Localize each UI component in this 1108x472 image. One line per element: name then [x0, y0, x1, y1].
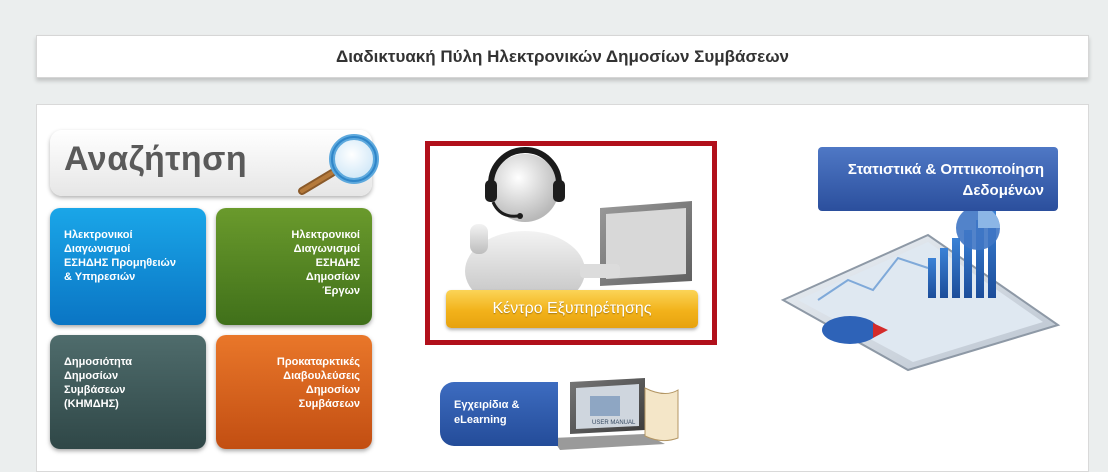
statistics-label: Στατιστικά & Οπτικοποίηση Δεδομένων [818, 147, 1058, 211]
tile-label: Δημοσιότητα Δημοσίων Συμβάσεων (ΚΗΜΔΗΣ) [64, 356, 133, 410]
support-agent-icon [465, 147, 692, 296]
tile-label: Προκαταρκτικές Διαβουλεύσεις Δημοσίων Συ… [276, 356, 360, 410]
tile-label: Ηλεκτρονικοί Διαγωνισμοί ΕΣΗΔΗΣ Προμηθει… [64, 229, 176, 283]
search-button[interactable]: Αναζήτηση [50, 130, 379, 196]
manuals-label: Εγχειρίδια & eLearning [440, 382, 558, 446]
helpdesk-label: Κέντρο Εξυπηρέτησης [492, 300, 652, 317]
tile-public-works-tenders[interactable]: Ηλεκτρονικοί Διαγωνισμοί ΕΣΗΔΗΣ Δημοσίων… [216, 208, 372, 325]
manual-text: USER MANUAL [592, 420, 636, 426]
tile-preliminary-consultations[interactable]: Προκαταρκτικές Διαβουλεύσεις Δημοσίων Συ… [216, 335, 372, 449]
tile-supplies-tenders[interactable]: Ηλεκτρονικοί Διαγωνισμοί ΕΣΗΔΗΣ Προμηθει… [50, 208, 206, 325]
page-header: Διαδικτυακή Πύλη Ηλεκτρονικών Δημοσίων Σ… [36, 35, 1089, 78]
tile-label: Ηλεκτρονικοί Διαγωνισμοί ΕΣΗΔΗΣ Δημοσίων… [291, 229, 360, 297]
search-label: Αναζήτηση [64, 140, 248, 178]
tile-khmdhs-publicity[interactable]: Δημοσιότητα Δημοσίων Συμβάσεων (ΚΗΜΔΗΣ) [50, 335, 206, 449]
magnifier-icon [298, 134, 379, 195]
page-title: Διαδικτυακή Πύλη Ηλεκτρονικών Δημοσίων Σ… [335, 46, 790, 66]
helpdesk-button[interactable]: Κέντρο Εξυπηρέτησης [446, 290, 698, 328]
